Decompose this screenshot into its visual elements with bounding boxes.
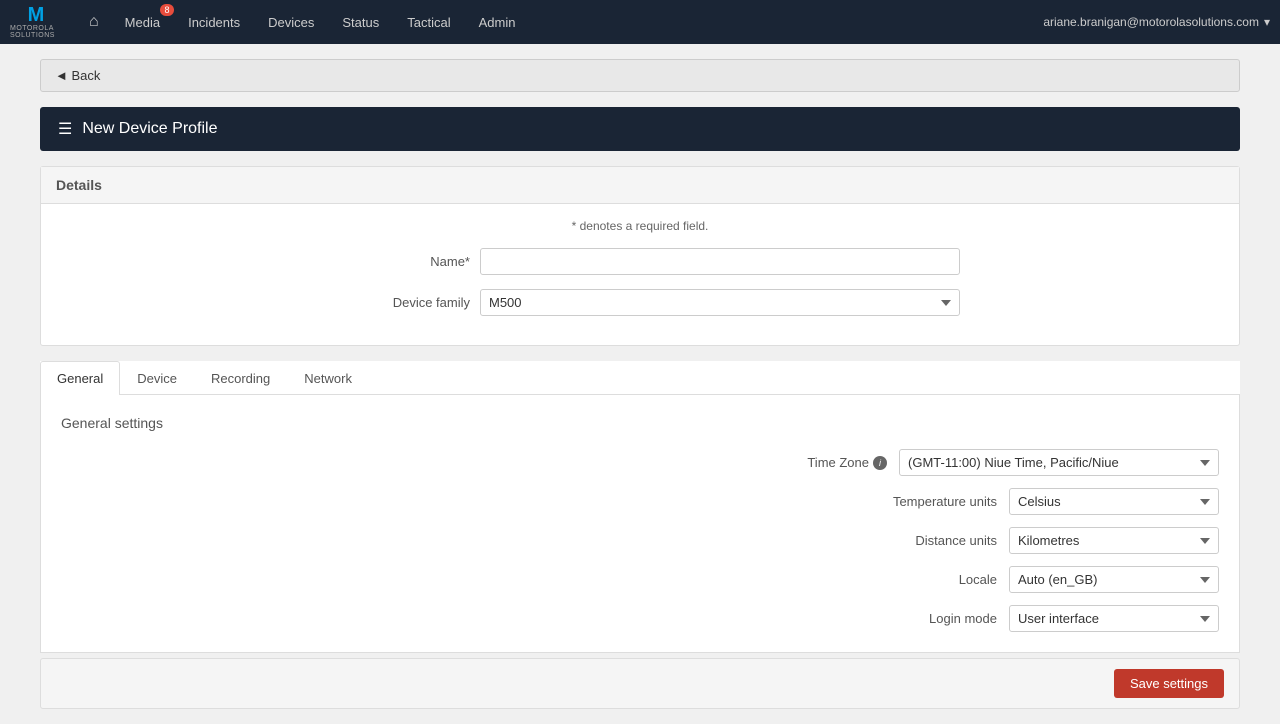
distance-label: Distance units bbox=[797, 533, 997, 548]
home-nav-link[interactable]: ⌂ bbox=[77, 0, 111, 44]
device-family-select[interactable]: M500 M100 M200 M300 bbox=[480, 289, 960, 316]
nav-link-admin[interactable]: Admin bbox=[465, 0, 530, 44]
required-note: * denotes a required field. bbox=[56, 219, 1224, 233]
distance-select[interactable]: Kilometres Miles bbox=[1009, 527, 1219, 554]
tabs-bar: General Device Recording Network bbox=[40, 361, 1240, 395]
page-title: New Device Profile bbox=[82, 120, 217, 138]
temperature-select[interactable]: Celsius Fahrenheit bbox=[1009, 488, 1219, 515]
nav-link-incidents[interactable]: Incidents bbox=[174, 0, 254, 44]
timezone-row: Time Zone i (GMT-11:00) Niue Time, Pacif… bbox=[61, 449, 1219, 476]
motorola-logo: M MOTOROLA SOLUTIONS bbox=[10, 4, 62, 40]
user-menu[interactable]: ariane.branigan@motorolasolutions.com ▾ bbox=[1038, 15, 1270, 29]
name-input[interactable] bbox=[480, 248, 960, 275]
locale-label-text: Locale bbox=[959, 572, 997, 587]
user-email: ariane.branigan@motorolasolutions.com bbox=[1043, 15, 1259, 29]
details-section-body: * denotes a required field. Name* Device… bbox=[41, 204, 1239, 345]
navbar-logo: M MOTOROLA SOLUTIONS bbox=[10, 4, 62, 40]
nav-link-status[interactable]: Status bbox=[328, 0, 393, 44]
name-label: Name* bbox=[320, 254, 470, 269]
timezone-info-icon[interactable]: i bbox=[873, 456, 887, 470]
tab-general[interactable]: General bbox=[40, 361, 120, 395]
page-header-icon: ☰ bbox=[58, 119, 72, 139]
tab-recording[interactable]: Recording bbox=[194, 361, 287, 395]
login-mode-select[interactable]: User interface Automatic login No login bbox=[1009, 605, 1219, 632]
distance-label-text: Distance units bbox=[915, 533, 997, 548]
main-content: ◄ Back ☰ New Device Profile Details * de… bbox=[0, 44, 1280, 724]
distance-row: Distance units Kilometres Miles bbox=[61, 527, 1219, 554]
nav-link-devices[interactable]: Devices bbox=[254, 0, 328, 44]
motorola-text: MOTOROLA SOLUTIONS bbox=[10, 25, 62, 39]
notification-badge[interactable]: 8 bbox=[160, 4, 174, 16]
temperature-row: Temperature units Celsius Fahrenheit bbox=[61, 488, 1219, 515]
details-section: Details * denotes a required field. Name… bbox=[40, 166, 1240, 346]
back-button[interactable]: ◄ Back bbox=[40, 59, 1240, 92]
temperature-label-text: Temperature units bbox=[893, 494, 997, 509]
timezone-label: Time Zone i bbox=[687, 455, 887, 470]
motorola-m-icon: M bbox=[28, 5, 45, 25]
navbar: M MOTOROLA SOLUTIONS 8 ⌂ Media Incidents… bbox=[0, 0, 1280, 44]
timezone-select[interactable]: (GMT-11:00) Niue Time, Pacific/Niue (GMT… bbox=[899, 449, 1219, 476]
device-family-group: Device family M500 M100 M200 M300 bbox=[56, 289, 1224, 316]
nav-link-tactical[interactable]: Tactical bbox=[393, 0, 464, 44]
login-mode-row: Login mode User interface Automatic logi… bbox=[61, 605, 1219, 632]
save-settings-button[interactable]: Save settings bbox=[1114, 669, 1224, 698]
device-family-label: Device family bbox=[320, 295, 470, 310]
tab-device[interactable]: Device bbox=[120, 361, 194, 395]
locale-row: Locale Auto (en_GB) English (en_US) Fren… bbox=[61, 566, 1219, 593]
locale-select[interactable]: Auto (en_GB) English (en_US) French (fr_… bbox=[1009, 566, 1219, 593]
timezone-label-text: Time Zone bbox=[807, 455, 869, 470]
general-settings-title: General settings bbox=[61, 415, 1219, 431]
name-field-group: Name* bbox=[56, 248, 1224, 275]
details-section-header: Details bbox=[41, 167, 1239, 204]
footer-bar: Save settings bbox=[40, 658, 1240, 709]
user-dropdown-icon: ▾ bbox=[1264, 15, 1270, 29]
login-mode-label-text: Login mode bbox=[929, 611, 997, 626]
login-mode-label: Login mode bbox=[797, 611, 997, 626]
locale-label: Locale bbox=[797, 572, 997, 587]
page-header: ☰ New Device Profile bbox=[40, 107, 1240, 151]
temperature-label: Temperature units bbox=[797, 494, 997, 509]
tab-content-general: General settings Time Zone i (GMT-11:00)… bbox=[40, 395, 1240, 653]
tab-network[interactable]: Network bbox=[287, 361, 369, 395]
general-settings-form: Time Zone i (GMT-11:00) Niue Time, Pacif… bbox=[61, 449, 1219, 632]
